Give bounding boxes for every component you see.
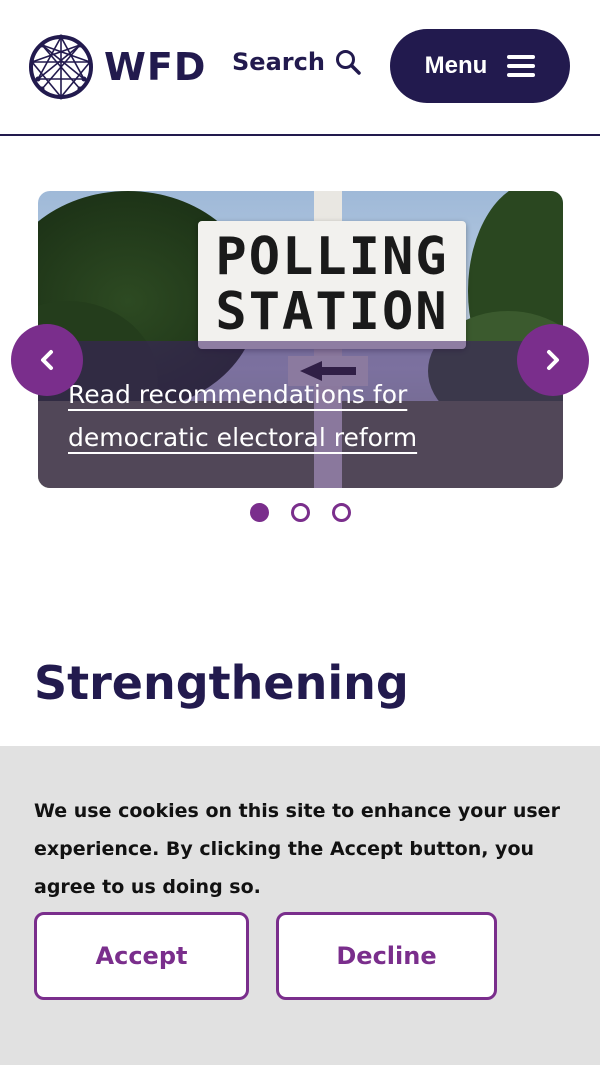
carousel-prev-button[interactable] xyxy=(11,324,83,396)
site-logo[interactable]: WFD xyxy=(28,34,206,100)
decline-button[interactable]: Decline xyxy=(276,912,497,1000)
accept-button[interactable]: Accept xyxy=(34,912,249,1000)
cookie-banner: We use cookies on this site to enhance y… xyxy=(0,746,600,1065)
cookie-message: We use cookies on this site to enhance y… xyxy=(34,800,560,898)
sign-line-1: POLLING xyxy=(215,227,449,288)
hamburger-icon xyxy=(507,55,536,77)
carousel-next-button[interactable] xyxy=(517,324,589,396)
slide-link[interactable]: Read recommendations for democratic elec… xyxy=(68,373,488,459)
sign-line-2: STATION xyxy=(215,282,449,342)
chevron-left-icon xyxy=(41,350,53,370)
menu-button[interactable]: Menu xyxy=(390,29,570,103)
site-header: WFD Search Menu xyxy=(0,0,600,136)
chevron-right-icon xyxy=(547,350,559,370)
carousel-dot-3[interactable] xyxy=(331,503,351,522)
carousel-dot-1[interactable] xyxy=(249,503,269,522)
search-link[interactable]: Search xyxy=(232,48,361,76)
search-icon xyxy=(335,50,361,75)
logo-text: WFD xyxy=(104,45,207,89)
polling-station-sign: POLLING STATION xyxy=(198,221,466,349)
hero-carousel: POLLING STATION Read recommendations for… xyxy=(38,191,563,488)
page-heading: Strengthening xyxy=(34,656,409,710)
carousel-dots xyxy=(0,503,600,522)
carousel-dot-2[interactable] xyxy=(290,503,310,522)
globe-network-icon xyxy=(29,34,93,100)
menu-label: Menu xyxy=(424,52,488,79)
search-label: Search xyxy=(232,48,325,76)
